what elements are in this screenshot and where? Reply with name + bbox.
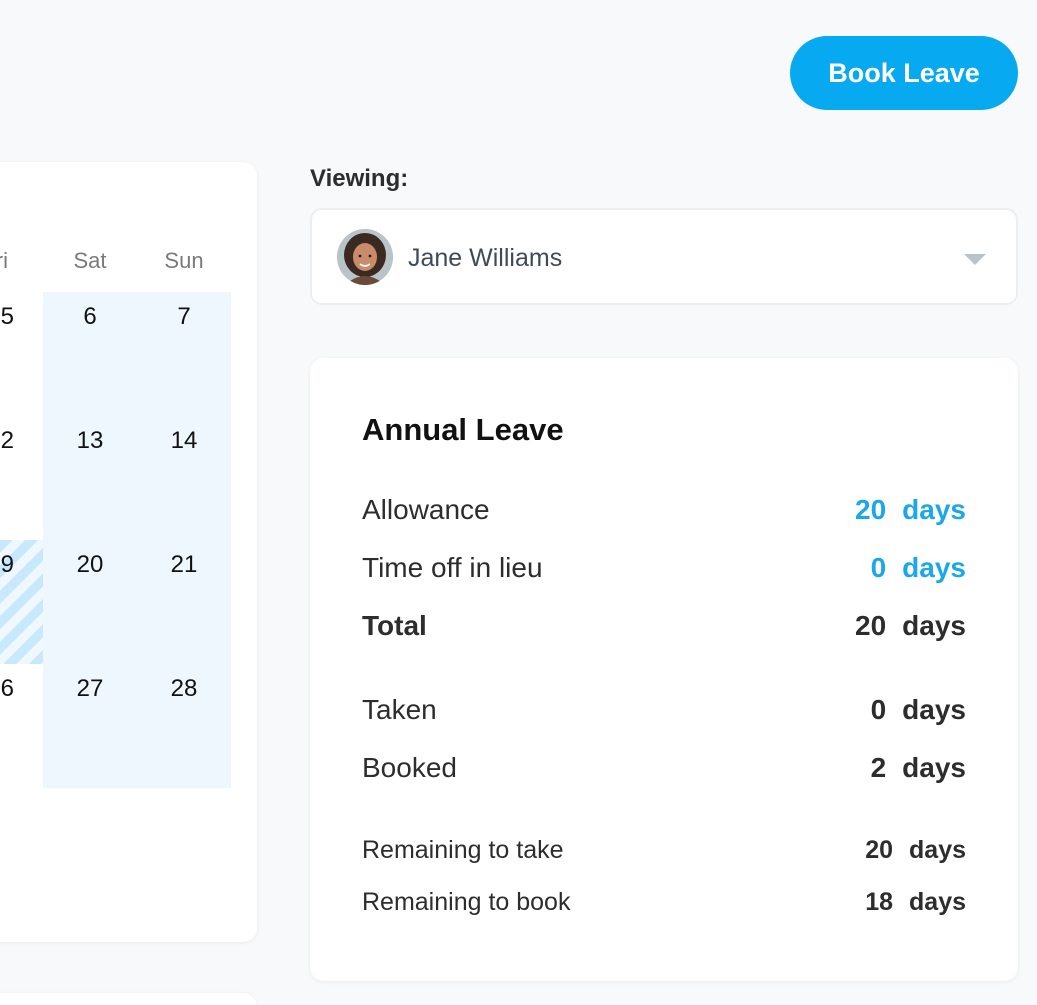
calendar-day[interactable]: 9 — [0, 551, 14, 579]
book-leave-button[interactable]: Book Leave — [790, 36, 1018, 110]
row-value: 0 — [870, 552, 887, 583]
row-value: 20 — [855, 610, 887, 641]
row-unit: days — [902, 752, 966, 783]
row-label: Remaining to book — [362, 888, 571, 916]
calendar-day[interactable]: 13 — [60, 427, 120, 455]
row-label: Taken — [362, 694, 437, 725]
row-unit: days — [909, 836, 966, 864]
remaining-to-book-row: Remaining to book 18 days — [362, 888, 966, 917]
calendar-day[interactable]: 5 — [0, 303, 14, 331]
day-header-sun: Sun — [164, 248, 204, 273]
remaining-to-take-row: Remaining to take 20 days — [362, 836, 966, 865]
toil-row: Time off in lieu 0 days — [362, 552, 966, 584]
row-value: 20 — [855, 494, 887, 525]
calendar-day[interactable]: 20 — [60, 551, 120, 579]
row-unit: days — [902, 694, 966, 725]
calendar-day[interactable]: 2 — [0, 427, 14, 455]
row-value: 2 — [870, 752, 887, 783]
day-header-sat: Sat — [73, 248, 107, 273]
allowance-row: Allowance 20 days — [362, 494, 966, 526]
row-label: Booked — [362, 752, 457, 783]
weekend-highlight — [43, 292, 231, 788]
row-value: 20 — [865, 836, 894, 864]
row-label: Time off in lieu — [362, 552, 543, 583]
row-unit: days — [902, 552, 966, 583]
row-label: Remaining to take — [362, 836, 564, 864]
calendar-day[interactable]: 21 — [154, 551, 214, 579]
viewing-label: Viewing: — [310, 165, 409, 192]
booked-row: Booked 2 days — [362, 752, 966, 784]
total-row: Total 20 days — [362, 610, 966, 642]
calendar-day[interactable]: 14 — [154, 427, 214, 455]
calendar-day[interactable]: 6 — [60, 303, 120, 331]
calendar-day[interactable]: 27 — [60, 675, 120, 703]
row-label: Allowance — [362, 494, 490, 525]
calendar-day[interactable]: 7 — [154, 303, 214, 331]
taken-row: Taken 0 days — [362, 694, 966, 726]
secondary-card — [0, 993, 257, 1005]
annual-leave-card: Annual Leave Allowance 20 days Time off i… — [310, 358, 1018, 981]
row-unit: days — [902, 494, 966, 525]
selected-employee-name: Jane Williams — [408, 244, 563, 272]
day-header-fri: ri — [0, 248, 8, 273]
row-value: 0 — [870, 694, 887, 725]
row-value: 18 — [865, 888, 894, 916]
calendar-day[interactable]: 28 — [154, 675, 214, 703]
row-unit: days — [902, 610, 966, 641]
row-unit: days — [909, 888, 966, 916]
chevron-down-icon[interactable] — [964, 254, 986, 265]
calendar-day[interactable]: 6 — [0, 675, 14, 703]
employee-select[interactable]: Jane Williams — [310, 208, 1018, 305]
card-title: Annual Leave — [362, 412, 564, 447]
avatar — [337, 229, 393, 285]
row-label: Total — [362, 610, 427, 641]
